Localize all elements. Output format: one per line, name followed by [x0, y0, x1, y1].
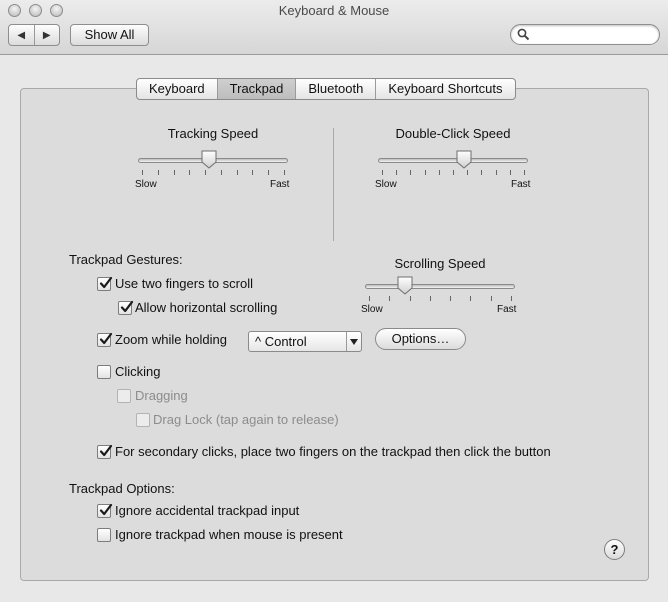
chevron-down-icon	[346, 332, 361, 351]
tab-keyboard-shortcuts[interactable]: Keyboard Shortcuts	[375, 79, 514, 99]
double-click-speed-max-label: Fast	[511, 179, 531, 190]
double-click-speed-slider[interactable]	[378, 150, 528, 192]
dragging-checkbox[interactable]	[117, 389, 131, 403]
slider-tick	[369, 296, 370, 301]
slider-tick	[284, 170, 285, 175]
dragging-label: Dragging	[135, 388, 188, 403]
slider-tick	[430, 296, 431, 301]
forward-button[interactable]: ▶	[33, 25, 60, 45]
slider-tick	[481, 170, 482, 175]
checkmark-icon	[99, 444, 113, 457]
slider-tick	[205, 170, 206, 175]
slider-tick	[396, 170, 397, 175]
horizontal-scroll-checkbox[interactable]	[118, 300, 134, 315]
tracking-speed-max-label: Fast	[270, 179, 290, 190]
zoom-modifier-value: ^ Control	[255, 334, 307, 349]
slider-tick	[524, 170, 525, 175]
slider-thumb[interactable]	[397, 276, 413, 295]
ignore-accidental-checkbox[interactable]	[97, 503, 113, 518]
help-button[interactable]: ?	[604, 539, 625, 560]
slider-tick	[439, 170, 440, 175]
title-bar: Keyboard & Mouse ◀ ▶ Show All	[0, 0, 668, 55]
checkmark-icon	[120, 300, 134, 313]
slider-tick	[389, 296, 390, 301]
tab-bar: Keyboard Trackpad Bluetooth Keyboard Sho…	[136, 78, 516, 100]
slider-tick	[470, 296, 471, 301]
slider-tick	[189, 170, 190, 175]
slider-tick	[142, 170, 143, 175]
scrolling-speed-label: Scrolling Speed	[394, 256, 486, 271]
scrolling-speed-min-label: Slow	[361, 304, 383, 315]
slider-tick	[491, 296, 492, 301]
ignore-when-mouse-checkbox[interactable]	[97, 528, 111, 542]
back-button[interactable]: ◀	[9, 25, 34, 45]
slider-tick	[510, 170, 511, 175]
slider-tick	[467, 170, 468, 175]
show-all-button[interactable]: Show All	[70, 24, 149, 46]
slider-thumb[interactable]	[201, 150, 217, 169]
vertical-divider	[333, 128, 334, 241]
slider-tick	[382, 170, 383, 175]
slider-tick	[511, 296, 512, 301]
checkmark-icon	[99, 276, 113, 289]
scrolling-speed-slider[interactable]	[365, 276, 515, 318]
slider-tick	[453, 170, 454, 175]
search-icon	[517, 28, 530, 41]
slider-tick	[410, 170, 411, 175]
slider-tick	[268, 170, 269, 175]
forward-arrow-icon: ▶	[42, 29, 51, 41]
secondary-click-checkbox[interactable]	[97, 444, 113, 459]
slider-thumb[interactable]	[456, 150, 472, 169]
window-title: Keyboard & Mouse	[278, 3, 390, 18]
zoom-label[interactable]: Zoom while holding	[115, 332, 227, 347]
scrolling-speed-max-label: Fast	[497, 304, 517, 315]
two-fingers-scroll-label[interactable]: Use two fingers to scroll	[115, 276, 253, 291]
back-arrow-icon: ◀	[17, 29, 26, 41]
slider-track[interactable]	[365, 284, 515, 289]
slider-tick	[410, 296, 411, 301]
double-click-speed-min-label: Slow	[375, 179, 397, 190]
zoom-checkbox[interactable]	[97, 332, 113, 347]
slider-ticks	[369, 296, 512, 301]
slider-track[interactable]	[378, 158, 528, 163]
tab-bluetooth[interactable]: Bluetooth	[295, 79, 375, 99]
ignore-when-mouse-label[interactable]: Ignore trackpad when mouse is present	[115, 527, 343, 542]
tab-trackpad[interactable]: Trackpad	[216, 79, 296, 99]
slider-tick	[425, 170, 426, 175]
clicking-checkbox[interactable]	[97, 365, 111, 379]
two-fingers-scroll-checkbox[interactable]	[97, 276, 113, 291]
checkmark-icon	[99, 503, 113, 516]
tab-keyboard[interactable]: Keyboard	[137, 79, 217, 99]
slider-tick	[496, 170, 497, 175]
slider-tick	[174, 170, 175, 175]
double-click-speed-label: Double-Click Speed	[395, 126, 511, 141]
secondary-click-label[interactable]: For secondary clicks, place two fingers …	[115, 444, 551, 459]
tracking-speed-label: Tracking Speed	[167, 126, 259, 141]
zoom-options-button[interactable]: Options…	[375, 328, 466, 350]
search-input[interactable]	[533, 27, 653, 43]
trackpad-gestures-heading: Trackpad Gestures:	[69, 252, 183, 267]
checkmark-icon	[99, 332, 113, 345]
clicking-label[interactable]: Clicking	[115, 364, 161, 379]
back-forward-group: ◀ ▶	[8, 24, 60, 46]
zoom-modifier-select[interactable]: ^ Control	[248, 331, 362, 352]
tracking-speed-slider[interactable]	[138, 150, 288, 192]
horizontal-scroll-label[interactable]: Allow horizontal scrolling	[135, 300, 277, 315]
trackpad-options-heading: Trackpad Options:	[69, 481, 175, 496]
drag-lock-checkbox[interactable]	[136, 413, 150, 427]
preferences-window: Keyboard & Mouse ◀ ▶ Show All Keyboard T…	[0, 0, 668, 602]
slider-tick	[221, 170, 222, 175]
slider-ticks	[382, 170, 525, 175]
slider-tick	[450, 296, 451, 301]
search-field[interactable]	[510, 24, 660, 45]
ignore-accidental-label[interactable]: Ignore accidental trackpad input	[115, 503, 299, 518]
tracking-speed-min-label: Slow	[135, 179, 157, 190]
slider-tick	[237, 170, 238, 175]
slider-tick	[252, 170, 253, 175]
slider-ticks	[142, 170, 285, 175]
drag-lock-label: Drag Lock (tap again to release)	[153, 412, 339, 427]
slider-tick	[158, 170, 159, 175]
